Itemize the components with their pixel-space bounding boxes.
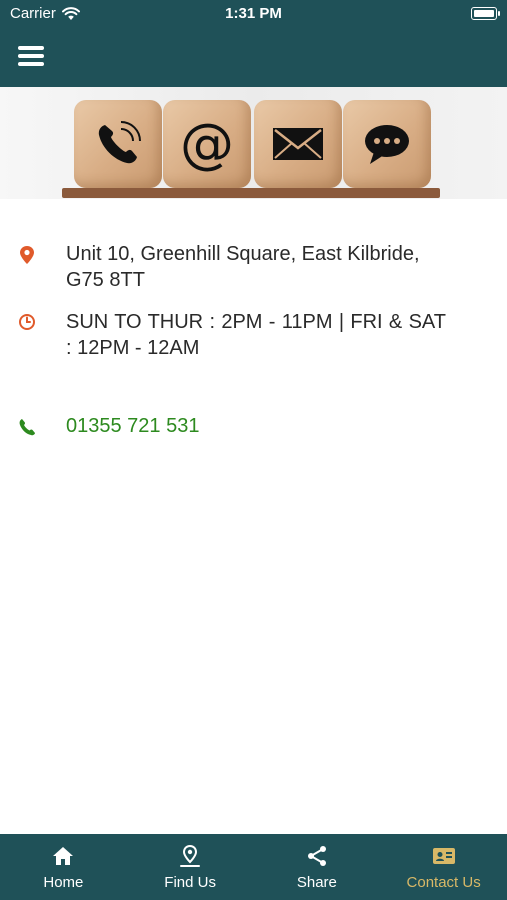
location-pin-icon <box>180 844 201 867</box>
tab-find-us[interactable]: Find Us <box>127 834 254 900</box>
envelope-icon <box>254 100 342 188</box>
tab-share-label: Share <box>296 874 337 891</box>
map-pin-icon <box>20 246 34 264</box>
opening-hours-text: SUN TO THUR : 2PM - 11PM | FRI & SAT : 1… <box>66 311 446 359</box>
address-text: Unit 10, Greenhill Square, East Kilbride… <box>66 243 420 291</box>
share-icon <box>307 846 326 866</box>
bottom-tab-bar: Home Find Us Share Contact Us <box>0 834 507 900</box>
battery-icon <box>471 7 500 20</box>
home-icon <box>53 847 74 865</box>
chat-bubble-icon <box>343 100 431 188</box>
header: Carrier 1:31 PM <box>0 0 507 87</box>
tab-contact-us-label: Contact Us <box>406 874 481 891</box>
phone-icon <box>74 100 162 188</box>
tab-contact-us[interactable]: Contact Us <box>380 834 507 900</box>
hamburger-menu-icon[interactable] <box>18 44 46 68</box>
battery-level <box>473 9 494 17</box>
tab-home-label: Home <box>43 874 84 891</box>
contact-card-icon <box>432 848 455 864</box>
status-bar: Carrier 1:31 PM <box>0 0 507 28</box>
clock-icon <box>19 314 35 330</box>
phone-icon <box>19 419 35 436</box>
banner-shelf <box>62 188 440 198</box>
tab-find-us-label: Find Us <box>164 874 216 891</box>
at-sign-icon: @ <box>163 100 251 188</box>
tab-home[interactable]: Home <box>0 834 127 900</box>
phone-number-link[interactable]: 01355 721 531 <box>66 413 446 439</box>
tab-share[interactable]: Share <box>254 834 381 900</box>
status-time: 1:31 PM <box>225 5 282 22</box>
